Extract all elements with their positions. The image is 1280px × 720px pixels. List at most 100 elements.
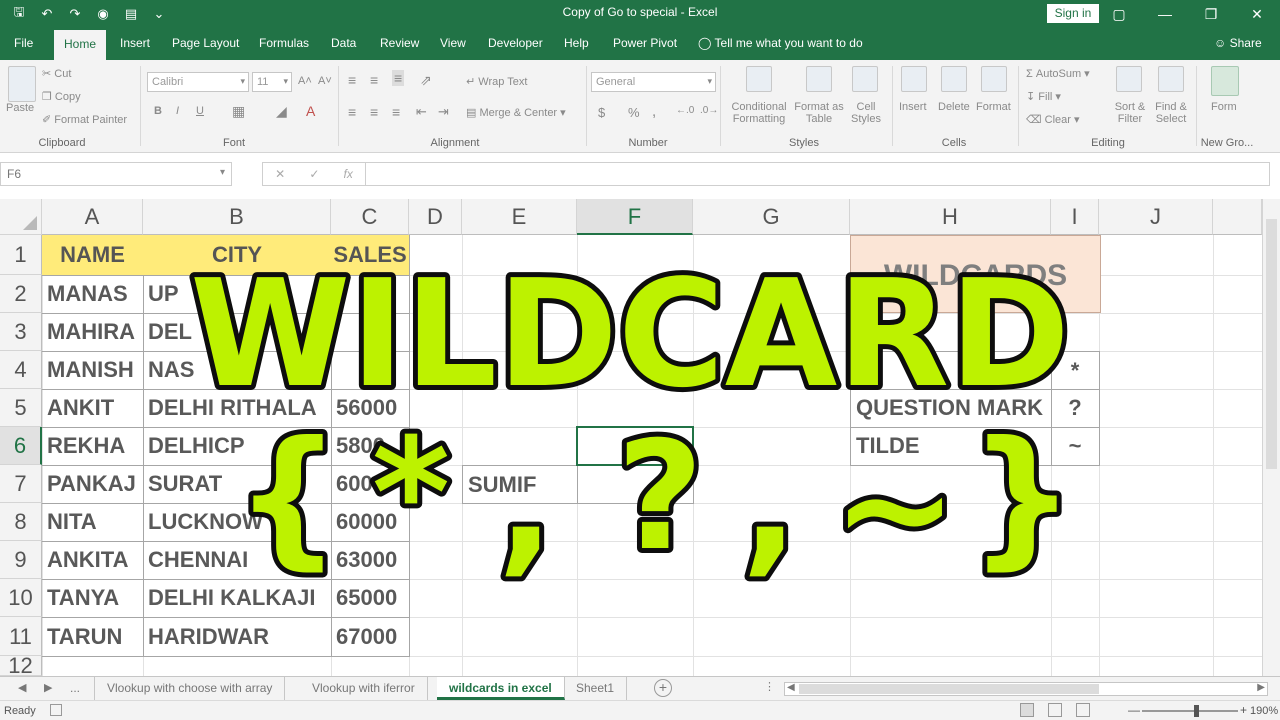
tab-file[interactable]: File bbox=[14, 36, 33, 50]
table-header-cell[interactable]: NAME bbox=[42, 235, 144, 276]
align-top-icon[interactable]: ≡ bbox=[348, 72, 356, 88]
tell-me-search[interactable]: ◯ Tell me what you want to do bbox=[698, 36, 863, 50]
form-button[interactable]: Form bbox=[1211, 101, 1237, 113]
table-cell[interactable] bbox=[331, 313, 410, 352]
column-header-c[interactable]: C bbox=[331, 199, 409, 235]
wildcard-name-cell[interactable]: TILDE bbox=[850, 427, 1052, 466]
zoom-level[interactable]: 190% bbox=[1250, 705, 1278, 717]
scroll-left-icon[interactable]: ◀ bbox=[787, 682, 795, 693]
name-box[interactable]: F6 ▾ bbox=[0, 162, 232, 186]
borders-icon[interactable]: ▦ bbox=[232, 103, 245, 120]
table-cell[interactable]: PANKAJ bbox=[42, 465, 144, 504]
table-cell[interactable]: MAHIRA bbox=[42, 313, 144, 352]
column-header-f[interactable]: F bbox=[577, 199, 693, 235]
close-icon[interactable]: ✕ bbox=[1234, 0, 1280, 28]
format-painter-button[interactable]: ✐ Format Painter bbox=[42, 113, 127, 126]
column-header-a[interactable]: A bbox=[42, 199, 143, 235]
vertical-scrollbar[interactable] bbox=[1262, 199, 1280, 676]
wildcards-title-box[interactable]: WILDCARDS bbox=[850, 235, 1101, 313]
increase-indent-icon[interactable]: ⇥ bbox=[438, 104, 449, 120]
sort-filter-button[interactable]: Sort & Filter bbox=[1110, 101, 1150, 125]
normal-view-icon[interactable] bbox=[1020, 703, 1034, 717]
tab-power-pivot[interactable]: Power Pivot bbox=[613, 36, 677, 50]
row-header-9[interactable]: 9 bbox=[0, 541, 42, 579]
scroll-right-icon[interactable]: ▶ bbox=[1257, 682, 1265, 693]
sheet-tab-wildcards[interactable]: wildcards in excel bbox=[437, 677, 565, 700]
delete-cells-button[interactable]: Delete bbox=[938, 101, 970, 113]
format-as-table-icon[interactable] bbox=[806, 66, 832, 92]
scrollbar-thumb[interactable] bbox=[799, 684, 1099, 694]
row-header-6[interactable]: 6 bbox=[0, 427, 42, 465]
table-cell[interactable]: DEL bbox=[143, 313, 332, 352]
align-middle-icon[interactable]: ≡ bbox=[370, 72, 378, 88]
table-cell[interactable]: DELHI RITHALA bbox=[143, 389, 332, 428]
row-header-12[interactable]: 12 bbox=[0, 655, 42, 676]
row-header-3[interactable]: 3 bbox=[0, 313, 42, 351]
decrease-font-icon[interactable]: A˅ bbox=[318, 75, 332, 87]
table-cell[interactable]: SURAT bbox=[143, 465, 332, 504]
italic-button[interactable]: I bbox=[176, 105, 179, 117]
font-size-combo[interactable]: 11 ▾ bbox=[252, 72, 292, 92]
conditional-formatting-button[interactable]: Conditional Formatting bbox=[728, 101, 790, 125]
wildcard-name-cell[interactable] bbox=[850, 351, 1052, 390]
sheet-tab-vlookup-choose[interactable]: Vlookup with choose with array bbox=[94, 677, 286, 700]
tab-view[interactable]: View bbox=[440, 36, 466, 50]
row-header-2[interactable]: 2 bbox=[0, 275, 42, 313]
tab-developer[interactable]: Developer bbox=[488, 36, 543, 50]
row-header-4[interactable]: 4 bbox=[0, 351, 42, 389]
align-center-icon[interactable]: ≡ bbox=[370, 104, 378, 120]
cancel-icon[interactable]: ✕ bbox=[275, 167, 285, 181]
add-sheet-button[interactable]: + bbox=[654, 679, 672, 697]
table-cell[interactable]: CHENNAI bbox=[143, 541, 332, 580]
macro-record-icon[interactable] bbox=[50, 704, 62, 716]
form-icon[interactable] bbox=[1211, 66, 1239, 96]
percent-button[interactable]: % bbox=[628, 105, 640, 120]
tab-home[interactable]: Home bbox=[54, 30, 107, 60]
cell-styles-button[interactable]: Cell Styles bbox=[846, 101, 886, 125]
zoom-slider[interactable] bbox=[1142, 710, 1238, 712]
zoom-in-button[interactable]: + bbox=[1240, 703, 1247, 717]
table-cell[interactable] bbox=[331, 351, 410, 390]
bold-button[interactable]: B bbox=[154, 105, 162, 117]
row-header-11[interactable]: 11 bbox=[0, 617, 42, 656]
sumif-label-cell[interactable]: SUMIF bbox=[462, 465, 578, 504]
table-cell[interactable]: LUCKNOW bbox=[143, 503, 332, 542]
restore-icon[interactable]: ❐ bbox=[1188, 0, 1234, 28]
number-format-combo[interactable]: General ▾ bbox=[591, 72, 716, 92]
tab-help[interactable]: Help bbox=[564, 36, 589, 50]
tab-page-layout[interactable]: Page Layout bbox=[172, 36, 239, 50]
column-header-h[interactable]: H bbox=[850, 199, 1051, 235]
table-cell[interactable]: 56000 bbox=[331, 389, 410, 428]
scrollbar-thumb[interactable] bbox=[1266, 219, 1277, 469]
autosum-button[interactable]: Σ AutoSum ▾ bbox=[1026, 67, 1090, 80]
sumif-result-cell[interactable] bbox=[577, 465, 694, 504]
format-as-table-button[interactable]: Format as Table bbox=[792, 101, 846, 125]
font-color-icon[interactable]: A bbox=[306, 103, 315, 119]
table-cell[interactable]: MANISH bbox=[42, 351, 144, 390]
align-bottom-icon[interactable]: ≡ bbox=[392, 70, 405, 86]
table-cell[interactable]: 67000 bbox=[331, 617, 410, 657]
formula-input[interactable] bbox=[366, 162, 1270, 186]
select-all-button[interactable] bbox=[0, 199, 42, 235]
share-button[interactable]: ☺ Share bbox=[1214, 36, 1262, 50]
table-cell[interactable]: ANKITA bbox=[42, 541, 144, 580]
wildcard-name-cell[interactable]: QUESTION MARK bbox=[850, 389, 1052, 428]
table-cell[interactable]: NAS bbox=[143, 351, 332, 390]
paste-icon[interactable] bbox=[8, 66, 36, 102]
font-name-combo[interactable]: Calibri ▾ bbox=[147, 72, 249, 92]
cell-styles-icon[interactable] bbox=[852, 66, 878, 92]
column-header-i[interactable]: I bbox=[1051, 199, 1099, 235]
row-header-10[interactable]: 10 bbox=[0, 579, 42, 617]
decrease-indent-icon[interactable]: ⇤ bbox=[416, 104, 427, 120]
tab-data[interactable]: Data bbox=[331, 36, 356, 50]
align-right-icon[interactable]: ≡ bbox=[392, 104, 400, 120]
delete-cells-icon[interactable] bbox=[941, 66, 967, 92]
table-cell[interactable]: REKHA bbox=[42, 427, 144, 466]
table-cell[interactable]: TARUN bbox=[42, 617, 144, 657]
conditional-formatting-icon[interactable] bbox=[746, 66, 772, 92]
clear-button[interactable]: ⌫ Clear ▾ bbox=[1026, 113, 1080, 126]
prev-sheet-icon[interactable]: ◀ bbox=[18, 681, 26, 694]
table-cell[interactable] bbox=[331, 275, 410, 314]
next-sheet-icon[interactable]: ▶ bbox=[44, 681, 52, 694]
format-cells-icon[interactable] bbox=[981, 66, 1007, 92]
